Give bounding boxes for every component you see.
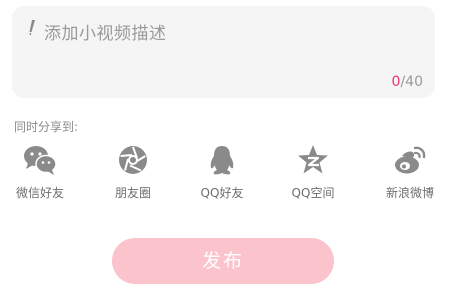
share-qzone-label: QQ空间 <box>291 186 335 200</box>
pencil-icon <box>29 20 35 36</box>
share-weibo-button[interactable]: 新浪微博 <box>370 142 450 206</box>
share-options: 微信好友 朋友圈 QQ好友 QQ空间 新浪微博 <box>0 142 450 206</box>
weibo-icon <box>395 146 426 174</box>
publish-page: 添加小视频描述 0/40 同时分享到: 微信好友 朋友圈 QQ好友 QQ空间 新… <box>0 0 450 300</box>
share-moments-button[interactable]: 朋友圈 <box>93 142 173 206</box>
share-title: 同时分享到: <box>14 120 79 134</box>
counter-max: 40 <box>405 74 423 90</box>
share-wechat-label: 微信好友 <box>15 186 64 200</box>
wechat-icon <box>24 146 57 175</box>
share-wechat-button[interactable]: 微信好友 <box>0 142 80 206</box>
qq-icon <box>210 146 234 175</box>
share-qq-button[interactable]: QQ好友 <box>182 142 262 206</box>
share-qzone-button[interactable]: QQ空间 <box>273 142 353 206</box>
share-moments-label: 朋友圈 <box>114 186 151 200</box>
description-input[interactable]: 添加小视频描述 0/40 <box>12 6 435 98</box>
share-weibo-label: 新浪微博 <box>385 186 434 200</box>
qzone-icon <box>298 145 328 174</box>
share-qq-label: QQ好友 <box>200 186 244 200</box>
publish-button[interactable]: 发布 <box>112 238 334 284</box>
description-placeholder[interactable]: 添加小视频描述 <box>44 19 167 44</box>
character-counter: 0/40 <box>392 74 423 90</box>
moments-icon <box>119 146 147 174</box>
